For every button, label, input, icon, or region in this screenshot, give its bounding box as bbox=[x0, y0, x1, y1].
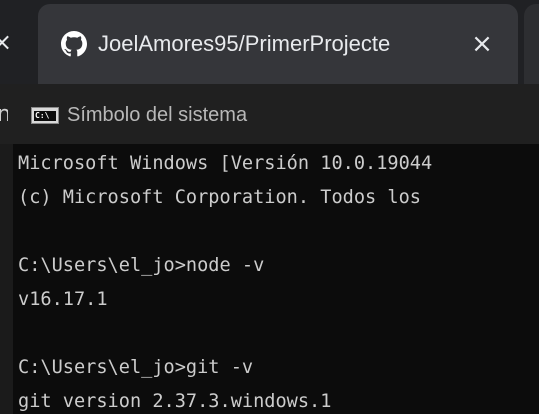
console-line: Microsoft Windows [Versión 10.0.19044 bbox=[18, 153, 433, 174]
window-title: Símbolo del sistema bbox=[67, 104, 248, 126]
previous-tab-close-button[interactable]: × bbox=[0, 20, 14, 64]
browser-tab-active[interactable]: JoelAmores95/PrimerProjecte × bbox=[38, 4, 518, 84]
window-border bbox=[0, 144, 13, 414]
close-icon: × bbox=[471, 29, 493, 59]
close-icon: × bbox=[0, 28, 13, 56]
screen: × JoelAmores95/PrimerProjecte × n C:\ Sí… bbox=[0, 0, 539, 414]
console-line: C:\Users\el_jo>node -v bbox=[18, 255, 265, 276]
tab-close-button[interactable]: × bbox=[466, 28, 498, 60]
console-line: C:\Users\el_jo>git -v bbox=[18, 357, 254, 378]
tab-title: JoelAmores95/PrimerProjecte bbox=[98, 31, 391, 56]
github-icon bbox=[61, 31, 87, 57]
console-text: Microsoft Windows [Versión 10.0.19044 (c… bbox=[18, 147, 539, 414]
browser-tab-next[interactable] bbox=[524, 4, 539, 84]
console-line: (c) Microsoft Corporation. Todos los bbox=[18, 187, 421, 208]
console-line: v16.17.1 bbox=[18, 289, 108, 310]
console-icon-screen: C:\ bbox=[34, 111, 56, 121]
console-titlebar[interactable]: n C:\ Símbolo del sistema bbox=[0, 84, 539, 144]
console-icon[interactable]: C:\ bbox=[31, 107, 59, 124]
browser-tabstrip: × JoelAmores95/PrimerProjecte × bbox=[0, 0, 539, 84]
console-output[interactable]: Microsoft Windows [Versión 10.0.19044 (c… bbox=[0, 144, 539, 414]
console-line: git version 2.37.3.windows.1 bbox=[18, 391, 332, 412]
cropped-title-fragment: n bbox=[0, 102, 8, 127]
